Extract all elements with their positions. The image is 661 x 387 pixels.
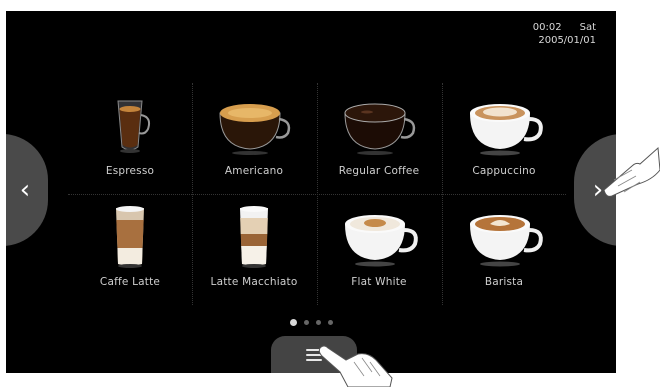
- hand-pointer-icon: [318, 345, 393, 387]
- product-flat-white[interactable]: Flat White: [317, 194, 441, 305]
- product-label: Flat White: [351, 276, 407, 288]
- clock-time: 00:02: [532, 22, 562, 33]
- status-bar: 00:02 Sat 2005/01/01: [515, 21, 596, 47]
- product-label: Cappuccino: [472, 165, 536, 177]
- page-dot: [316, 320, 321, 325]
- date: 2005/01/01: [538, 35, 596, 46]
- weekday: Sat: [579, 22, 596, 33]
- product-label: Latte Macchiato: [210, 276, 298, 288]
- page-indicator: [290, 319, 333, 326]
- flat-white-cup-icon: [345, 215, 418, 267]
- product-regular-coffee[interactable]: Regular Coffee: [317, 83, 441, 194]
- page-dot: [328, 320, 333, 325]
- product-label: Espresso: [105, 165, 155, 177]
- page-dot: [304, 320, 309, 325]
- cappuccino-cup-icon: [470, 104, 543, 156]
- hand-pointer-icon: [603, 146, 660, 197]
- regular-coffee-glass-icon: [344, 103, 416, 155]
- product-americano[interactable]: Americano: [192, 83, 316, 194]
- product-label: Americano: [224, 165, 284, 177]
- espresso-glass-icon: [117, 100, 151, 153]
- product-caffe-latte[interactable]: Caffe Latte: [68, 194, 192, 305]
- machine-screen: 00:02 Sat 2005/01/01 Espresso Americano …: [6, 11, 616, 373]
- product-cappuccino[interactable]: Cappuccino: [442, 83, 566, 194]
- product-espresso[interactable]: Espresso: [68, 83, 192, 194]
- latte-glass-icon: [116, 206, 144, 268]
- americano-glass-icon: [219, 104, 291, 155]
- previous-page-button[interactable]: ‹: [6, 134, 48, 246]
- page-dot: [290, 319, 297, 326]
- product-latte-macchiato[interactable]: Latte Macchiato: [192, 194, 316, 305]
- latte-macchiato-glass-icon: [240, 206, 268, 268]
- product-barista[interactable]: Barista: [442, 194, 566, 305]
- product-label: Barista: [484, 276, 524, 288]
- barista-cup-icon: [470, 215, 543, 267]
- chevron-left-icon: ‹: [19, 175, 31, 205]
- product-label: Regular Coffee: [338, 165, 420, 177]
- product-grid: Espresso Americano Regular Coffee Cappuc…: [68, 83, 566, 305]
- product-label: Caffe Latte: [99, 276, 161, 288]
